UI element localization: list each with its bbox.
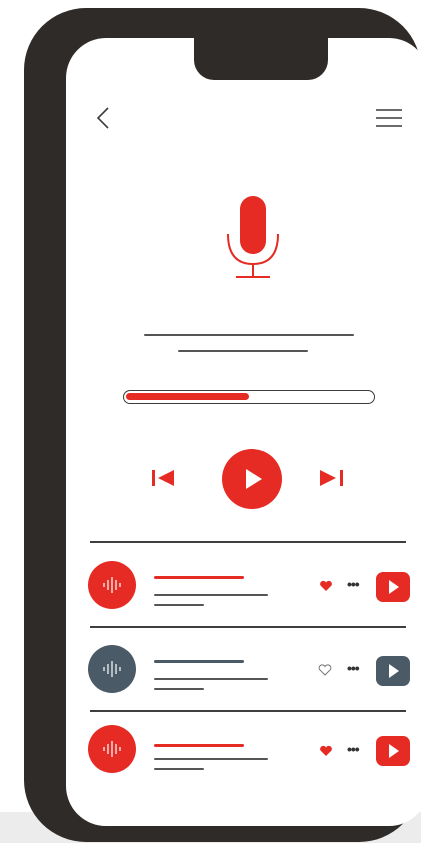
heart-outline-icon [318,664,332,676]
phone-notch [194,38,328,80]
track-waveform-avatar [88,561,136,609]
heart-filled-icon [320,745,332,756]
track-subtitle-line [154,678,268,680]
play-icon [389,664,399,678]
more-options-button[interactable]: ••• [347,577,360,591]
track-waveform-avatar [88,645,136,693]
track-subtitle-line [154,768,204,770]
list-item[interactable]: ••• [66,636,421,702]
track-subtitle-line [154,758,268,760]
more-options-button[interactable]: ••• [347,742,360,756]
track-subtitle-line [154,688,204,690]
track-title-line [154,744,244,747]
track-title-line [154,660,244,663]
track-subtitle-line [154,594,268,596]
list-divider [90,541,406,543]
like-button[interactable] [319,580,333,592]
track-play-button[interactable] [376,656,410,686]
list-item[interactable]: ••• [66,716,421,782]
chevron-left-icon [96,107,109,129]
play-button[interactable] [222,449,282,509]
skip-previous-icon [152,470,174,486]
phone-screen: ••• ••• ••• [66,38,421,826]
skip-next-icon [320,470,343,486]
track-play-button[interactable] [376,736,410,766]
track-title-line [154,576,244,579]
track-waveform-avatar [88,725,136,773]
list-item[interactable]: ••• [66,552,421,618]
like-button[interactable] [319,745,333,757]
back-button[interactable] [94,106,112,130]
phone-frame: ••• ••• ••• [24,8,421,842]
microphone-icon [223,194,283,284]
like-button[interactable] [318,664,332,676]
track-title-line [144,334,354,336]
previous-button[interactable] [152,468,176,488]
play-icon [389,744,399,758]
play-icon [222,449,282,509]
progress-bar[interactable] [123,390,375,404]
more-options-button[interactable]: ••• [347,661,360,675]
hamburger-menu-icon [376,109,402,127]
list-divider [90,710,406,712]
next-button[interactable] [320,468,344,488]
heart-filled-icon [320,580,332,591]
list-divider [90,626,406,628]
play-icon [389,580,399,594]
progress-fill [126,393,249,400]
track-artist-line [178,350,308,352]
track-play-button[interactable] [376,572,410,602]
menu-button[interactable] [374,108,404,128]
track-subtitle-line [154,604,204,606]
